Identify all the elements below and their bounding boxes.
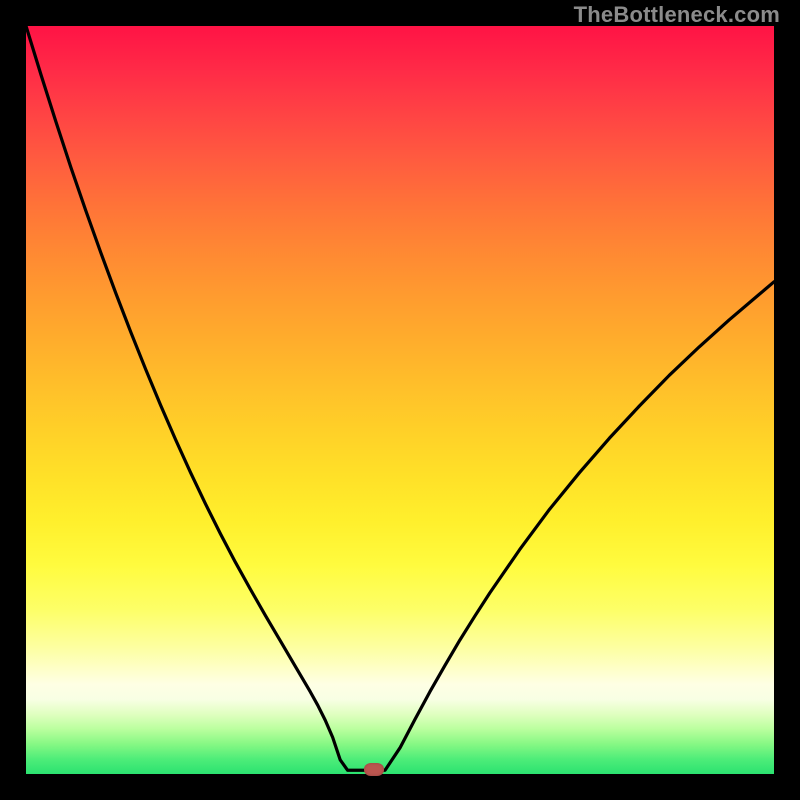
watermark-text: TheBottleneck.com (574, 2, 780, 28)
chart-frame: TheBottleneck.com (0, 0, 800, 800)
plot-area (26, 26, 774, 774)
minimum-marker (364, 763, 384, 776)
bottleneck-curve (26, 26, 774, 774)
